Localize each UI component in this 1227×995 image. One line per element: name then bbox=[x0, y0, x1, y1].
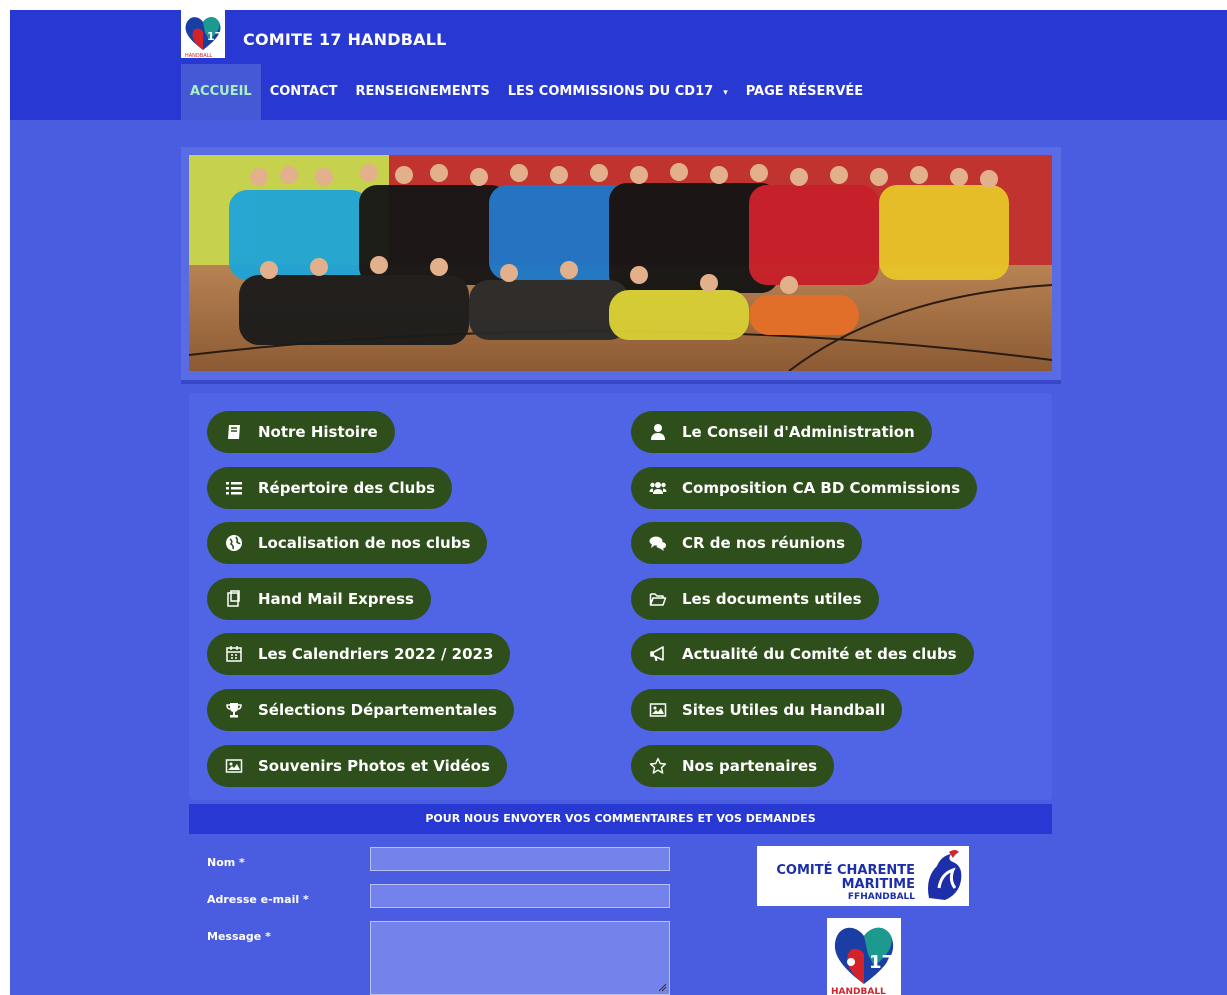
button-label: Le Conseil d'Administration bbox=[682, 423, 915, 441]
nav-label: RENSEIGNEMENTS bbox=[355, 84, 490, 99]
user-icon bbox=[648, 422, 668, 442]
trophy-icon bbox=[224, 700, 244, 720]
nav-label: CONTACT bbox=[269, 84, 338, 99]
souvenirs-photos-button[interactable]: Souvenirs Photos et Vidéos bbox=[207, 745, 507, 787]
button-label: Souvenirs Photos et Vidéos bbox=[258, 757, 490, 775]
repertoire-clubs-button[interactable]: Répertoire des Clubs bbox=[207, 467, 452, 509]
documents-utiles-button[interactable]: Les documents utiles bbox=[631, 578, 879, 620]
nos-partenaires-button[interactable]: Nos partenaires bbox=[631, 745, 835, 787]
button-label: Nos partenaires bbox=[682, 757, 818, 775]
team-photo bbox=[188, 155, 1053, 372]
users-icon bbox=[648, 478, 668, 498]
main-nav: ACCUEIL CONTACT RENSEIGNEMENTS LES COMMI… bbox=[181, 64, 872, 120]
form-heading: POUR NOUS ENVOYER VOS COMMENTAIRES ET VO… bbox=[189, 804, 1052, 834]
cd17-handball-logo[interactable]: 17 HANDBALL bbox=[827, 918, 901, 995]
svg-text:17: 17 bbox=[869, 952, 894, 973]
nav-renseignements[interactable]: RENSEIGNEMENTS bbox=[347, 64, 499, 120]
nav-accueil[interactable]: ACCUEIL bbox=[181, 64, 261, 120]
name-field[interactable] bbox=[370, 847, 670, 871]
button-label: Actualité du Comité et des clubs bbox=[682, 645, 957, 663]
message-label: Message * bbox=[207, 930, 271, 943]
folder-open-icon bbox=[648, 589, 668, 609]
star-icon bbox=[648, 756, 668, 776]
hand-mail-express-button[interactable]: Hand Mail Express bbox=[207, 578, 431, 620]
svg-text:17: 17 bbox=[207, 30, 222, 43]
chevron-down-icon: ▾ bbox=[723, 88, 728, 98]
nav-contact[interactable]: CONTACT bbox=[261, 64, 347, 120]
sites-utiles-button[interactable]: Sites Utiles du Handball bbox=[631, 689, 903, 731]
button-label: Sites Utiles du Handball bbox=[682, 701, 886, 719]
comments-icon bbox=[648, 533, 668, 553]
site-logo[interactable]: 17 HANDBALL bbox=[181, 10, 225, 58]
image-icon bbox=[224, 756, 244, 776]
nav-page-reservee[interactable]: PAGE RÉSERVÉE bbox=[737, 64, 872, 120]
svg-text:HANDBALL: HANDBALL bbox=[185, 53, 212, 58]
conseil-administration-button[interactable]: Le Conseil d'Administration bbox=[631, 411, 932, 453]
button-label: CR de nos réunions bbox=[682, 534, 846, 552]
list-icon bbox=[224, 478, 244, 498]
button-label: Composition CA BD Commissions bbox=[682, 479, 961, 497]
button-label: Notre Histoire bbox=[258, 423, 378, 441]
button-label: Répertoire des Clubs bbox=[258, 479, 435, 497]
comite-charente-maritime-logo[interactable]: COMITÉ CHARENTE MARITIME FFHANDBALL bbox=[757, 846, 969, 906]
button-label: Localisation de nos clubs bbox=[258, 534, 471, 552]
localisation-clubs-button[interactable]: Localisation de nos clubs bbox=[207, 522, 488, 564]
button-label: Les documents utiles bbox=[682, 590, 862, 608]
image-icon bbox=[648, 700, 668, 720]
calendar-icon bbox=[224, 644, 244, 664]
clipboard-icon bbox=[224, 589, 244, 609]
nav-commissions[interactable]: LES COMMISSIONS DU CD17 ▾ bbox=[499, 64, 737, 120]
svg-text:HANDBALL: HANDBALL bbox=[831, 987, 886, 995]
nav-label: ACCUEIL bbox=[190, 84, 252, 99]
book-icon bbox=[224, 422, 244, 442]
button-label: Hand Mail Express bbox=[258, 590, 414, 608]
resize-handle-icon[interactable] bbox=[657, 982, 667, 992]
site-header: 17 HANDBALL COMITE 17 HANDBALL ACCUEIL C… bbox=[10, 10, 1227, 120]
page-frame: 17 HANDBALL COMITE 17 HANDBALL ACCUEIL C… bbox=[10, 10, 1227, 995]
button-label: Les Calendriers 2022 / 2023 bbox=[258, 645, 494, 663]
calendriers-button[interactable]: Les Calendriers 2022 / 2023 bbox=[207, 633, 511, 675]
cr-reunions-button[interactable]: CR de nos réunions bbox=[631, 522, 863, 564]
rooster-icon bbox=[928, 850, 962, 900]
composition-ca-button[interactable]: Composition CA BD Commissions bbox=[631, 467, 978, 509]
partner-line1: COMITÉ CHARENTE bbox=[776, 863, 915, 878]
selections-departementales-button[interactable]: Sélections Départementales bbox=[207, 689, 514, 731]
email-label: Adresse e-mail * bbox=[207, 893, 309, 906]
button-label: Sélections Départementales bbox=[258, 701, 497, 719]
nav-label: LES COMMISSIONS DU CD17 bbox=[507, 84, 714, 99]
actualite-comite-button[interactable]: Actualité du Comité et des clubs bbox=[631, 633, 974, 675]
globe-icon bbox=[224, 533, 244, 553]
partner-line3: FFHANDBALL bbox=[847, 892, 915, 902]
name-label: Nom * bbox=[207, 856, 245, 869]
partner-line2: MARITIME bbox=[841, 877, 915, 892]
megaphone-icon bbox=[648, 644, 668, 664]
nav-label: PAGE RÉSERVÉE bbox=[745, 84, 864, 99]
notre-histoire-button[interactable]: Notre Histoire bbox=[207, 411, 395, 453]
email-field[interactable] bbox=[370, 884, 670, 908]
message-textarea[interactable] bbox=[370, 921, 670, 995]
divider bbox=[181, 380, 1061, 384]
site-title[interactable]: COMITE 17 HANDBALL bbox=[243, 30, 446, 49]
